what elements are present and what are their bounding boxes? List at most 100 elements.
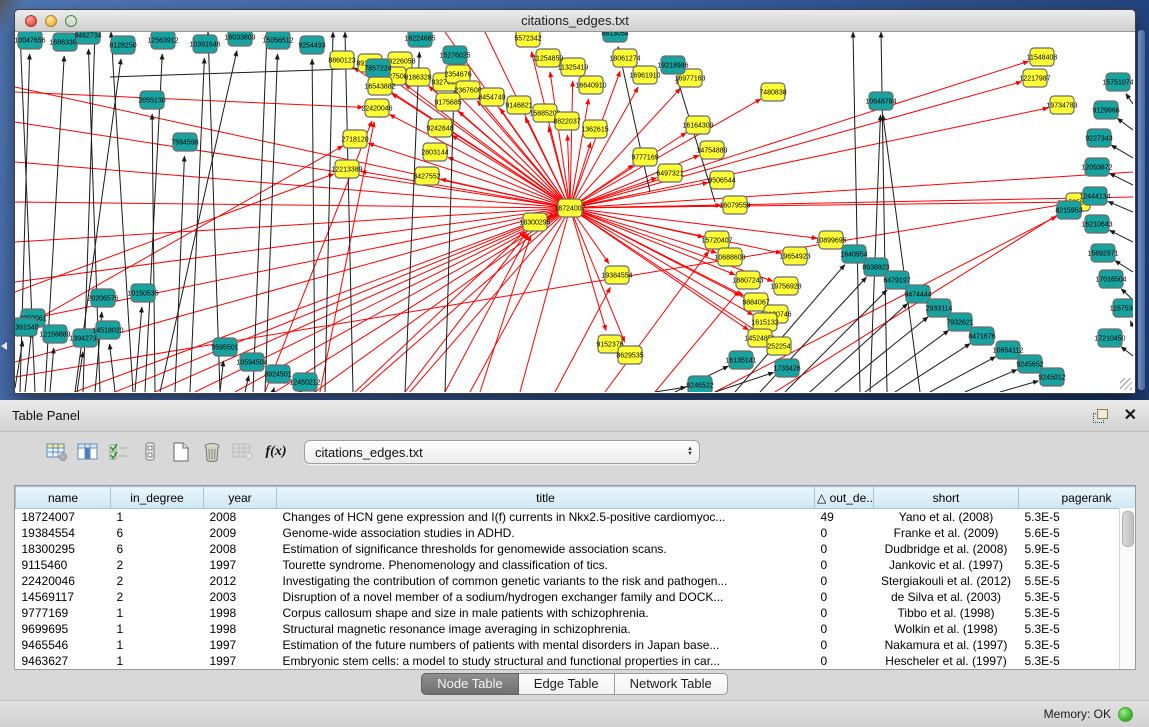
tab-edge-table[interactable]: Edge Table [519,673,615,695]
graph-edge[interactable] [175,156,184,392]
graph-edge[interactable] [883,115,920,392]
graph-edge[interactable] [1117,118,1133,130]
graph-node[interactable]: 9242848 [426,119,453,137]
graph-node[interactable]: 16640910 [575,76,606,94]
graph-edge[interactable] [50,348,54,392]
graph-edge[interactable] [881,32,887,392]
graph-node[interactable]: 16033809 [224,32,255,46]
graph-edge[interactable] [1121,289,1133,300]
float-panel-icon[interactable] [1092,408,1110,424]
column-header-out_de[interactable]: △ out_de... [815,487,874,509]
cell-year[interactable]: 2008 [204,541,277,557]
graph-node[interactable]: 1615132 [751,313,778,331]
select-columns-button[interactable] [75,440,101,464]
cell-short[interactable]: Stergiakouli et al. (2012) [874,573,1019,589]
close-panel-icon[interactable]: ✕ [1124,408,1137,424]
graph-node[interactable]: 8427552 [413,167,440,185]
graph-node[interactable]: 18807243 [732,271,763,289]
cell-out_de[interactable]: 0 [815,621,874,637]
graph-edge[interactable] [135,307,142,392]
column-header-pagerank[interactable]: pagerank [1019,487,1137,509]
graph-edge[interactable] [110,68,364,77]
graph-edge[interactable] [965,370,1017,392]
column-header-year[interactable]: year [204,487,277,509]
new-table-button[interactable] [168,440,194,464]
cell-name[interactable]: 14569117 [16,589,111,605]
cell-title[interactable]: Estimation of significance thresholds fo… [277,541,815,557]
table-vertical-scrollbar[interactable] [1119,508,1135,669]
cell-in_degree[interactable]: 1 [111,621,204,637]
graph-edge[interactable] [570,81,573,208]
table-selector-dropdown[interactable]: citations_edges.txt ▲▼ [304,440,700,464]
graph-node[interactable]: 17016504 [1095,270,1126,288]
graph-node[interactable]: 9777169 [631,148,658,166]
graph-node[interactable]: 11675300 [1110,299,1133,317]
graph-node[interactable]: 12156889 [39,325,70,343]
graph-node[interactable]: 8186328 [404,68,431,86]
graph-node[interactable]: 2803144 [421,143,448,161]
graph-edge[interactable] [1130,321,1133,327]
graph-node[interactable]: 9462734 [74,32,101,44]
graph-edge[interactable] [25,332,31,392]
graph-node[interactable]: 9227343 [1085,129,1112,147]
cell-in_degree[interactable]: 1 [111,637,204,653]
tab-node-table[interactable]: Node Table [421,673,519,695]
cell-title[interactable]: Embryonic stem cells: a model to study s… [277,653,815,669]
graph-node[interactable]: 8215953 [1055,201,1082,219]
graph-node[interactable]: 9506544 [708,171,735,189]
graph-node[interactable]: 252254 [767,337,791,355]
cell-title[interactable]: Genome-wide association studies in ADHD. [277,525,815,541]
cell-short[interactable]: Dudbridge et al. (2008) [874,541,1019,557]
cell-short[interactable]: Franke et al. (2009) [874,525,1019,541]
graph-node[interactable]: 2354676 [444,65,471,83]
graph-edge[interactable] [110,344,115,392]
table-row[interactable]: 1938455462009Genome-wide association stu… [16,525,1137,541]
cell-name[interactable]: 9465546 [16,637,111,653]
graph-node[interactable]: 17210450 [1094,329,1125,347]
cell-name[interactable]: 19384554 [16,525,111,541]
graph-node[interactable]: 5572342 [514,32,541,47]
graph-node[interactable]: 10047656 [15,32,46,49]
graph-node[interactable]: 8629535 [616,346,643,364]
cell-year[interactable]: 2012 [204,573,277,589]
table-settings-button[interactable] [44,440,70,464]
cell-year[interactable]: 1998 [204,605,277,621]
cell-year[interactable]: 1998 [204,621,277,637]
graph-node[interactable]: 9245012 [1038,368,1065,386]
table-row[interactable]: 1830029562008Estimation of significance … [16,541,1137,557]
cell-short[interactable]: Hescheler et al. (1997) [874,653,1019,669]
minimize-window-button[interactable] [45,15,57,27]
table-row[interactable]: 911546021997Tourette syndrome. Phenomeno… [16,557,1137,573]
graph-edge[interactable] [315,208,570,392]
graph-edge[interactable] [275,208,570,392]
column-header-title[interactable]: title [277,487,815,509]
graph-edge[interactable] [1126,94,1133,104]
graph-node[interactable]: 18300295 [519,213,550,231]
graph-node[interactable]: 15720407 [701,231,732,249]
graph-node[interactable]: 12217987 [1019,69,1050,87]
graph-edge[interactable] [15,341,23,388]
graph-node[interactable]: 14518020 [92,321,123,339]
network-window-titlebar[interactable]: citations_edges.txt [15,10,1135,32]
cell-in_degree[interactable]: 6 [111,525,204,541]
cell-name[interactable]: 18724007 [16,509,111,526]
graph-node[interactable]: 7857224 [364,59,391,77]
cell-title[interactable]: Corpus callosum shape and size in male p… [277,605,815,621]
cell-name[interactable]: 18300295 [16,541,111,557]
cell-name[interactable]: 22420046 [16,573,111,589]
graph-edge[interactable] [1121,347,1133,356]
graph-edge[interactable] [220,361,223,392]
graph-node[interactable]: 12213389 [331,160,362,178]
cell-out_de[interactable]: 0 [815,541,874,557]
graph-node[interactable]: 10391646 [189,35,220,53]
trash-button[interactable] [199,440,225,464]
graph-node[interactable]: 12450212 [289,373,320,391]
graph-edge[interactable] [570,82,1022,208]
graph-node[interactable]: 18061274 [609,49,640,67]
graph-node[interactable]: 8471676 [968,327,995,345]
cell-name[interactable]: 9115460 [16,557,111,573]
cell-year[interactable]: 2003 [204,589,277,605]
cell-in_degree[interactable]: 1 [111,605,204,621]
graph-node[interactable]: 10688609 [714,248,745,266]
cell-title[interactable]: Structural magnetic resonance image aver… [277,621,815,637]
